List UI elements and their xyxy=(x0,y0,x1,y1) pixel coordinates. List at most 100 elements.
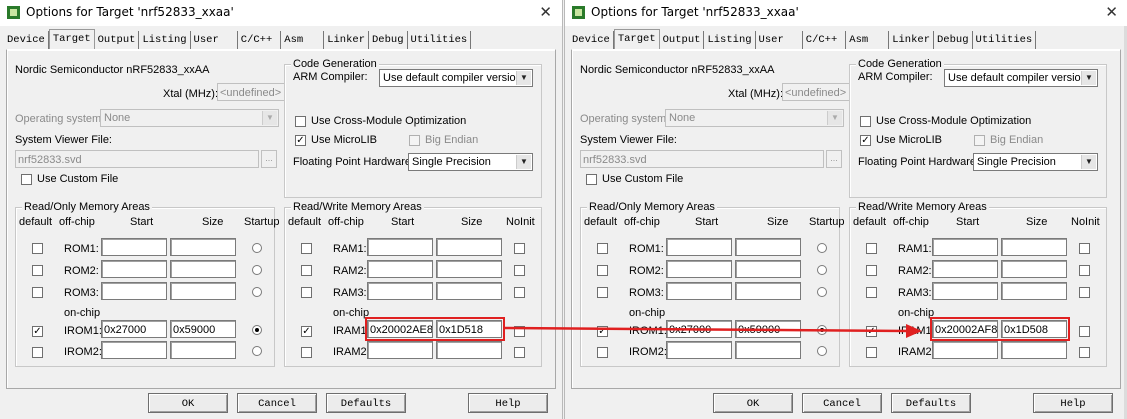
rom3-default-checkbox[interactable] xyxy=(32,287,43,298)
tab-utilities[interactable]: Utilities xyxy=(973,31,1037,49)
tab-listing[interactable]: Listing xyxy=(704,31,756,49)
rom3-default-checkbox[interactable] xyxy=(597,287,608,298)
rom1-startup-radio[interactable] xyxy=(252,243,262,253)
iram2-size-input[interactable] xyxy=(1001,341,1067,359)
fp-select[interactable]: Single Precision ▼ xyxy=(973,153,1098,171)
ram1-start-input[interactable] xyxy=(932,238,998,256)
cancel-button[interactable]: Cancel xyxy=(802,393,882,413)
ok-button[interactable]: OK xyxy=(148,393,228,413)
irom1-start-input[interactable]: 0x27000 xyxy=(666,320,732,338)
iram1-noinit-checkbox[interactable] xyxy=(514,326,525,337)
irom1-size-input[interactable]: 0x59000 xyxy=(170,320,236,338)
ram2-default-checkbox[interactable] xyxy=(301,265,312,276)
defaults-button[interactable]: Defaults xyxy=(326,393,406,413)
tab-linker[interactable]: Linker xyxy=(889,31,934,49)
rom2-startup-radio[interactable] xyxy=(817,265,827,275)
irom2-start-input[interactable] xyxy=(101,341,167,359)
defaults-button[interactable]: Defaults xyxy=(891,393,971,413)
tab-cpp[interactable]: C/C++ xyxy=(238,31,282,49)
rom1-start-input[interactable] xyxy=(101,238,167,256)
tab-utilities[interactable]: Utilities xyxy=(408,31,472,49)
rom2-size-input[interactable] xyxy=(735,260,801,278)
tab-target[interactable]: Target xyxy=(613,29,660,51)
custom-file-checkbox[interactable] xyxy=(21,174,32,185)
iram2-size-input[interactable] xyxy=(436,341,502,359)
ram2-size-input[interactable] xyxy=(436,260,502,278)
ram2-size-input[interactable] xyxy=(1001,260,1067,278)
tab-debug[interactable]: Debug xyxy=(934,31,973,49)
rom2-default-checkbox[interactable] xyxy=(32,265,43,276)
tab-cpp[interactable]: C/C++ xyxy=(803,31,847,49)
irom2-default-checkbox[interactable] xyxy=(597,347,608,358)
irom1-startup-radio[interactable] xyxy=(817,325,827,335)
irom2-size-input[interactable] xyxy=(170,341,236,359)
ram2-noinit-checkbox[interactable] xyxy=(514,265,525,276)
rom3-size-input[interactable] xyxy=(170,282,236,300)
tab-listing[interactable]: Listing xyxy=(139,31,191,49)
iram2-start-input[interactable] xyxy=(367,341,433,359)
close-icon[interactable]: ✕ xyxy=(1105,3,1118,21)
rom3-startup-radio[interactable] xyxy=(252,287,262,297)
xtal-input[interactable]: <undefined> xyxy=(217,83,285,101)
ram3-noinit-checkbox[interactable] xyxy=(514,287,525,298)
ram1-start-input[interactable] xyxy=(367,238,433,256)
iram2-noinit-checkbox[interactable] xyxy=(514,347,525,358)
ram1-default-checkbox[interactable] xyxy=(301,243,312,254)
os-select[interactable]: None ▼ xyxy=(665,109,844,127)
rom2-size-input[interactable] xyxy=(170,260,236,278)
rom2-start-input[interactable] xyxy=(101,260,167,278)
compiler-select[interactable]: Use default compiler version 5 ▼ xyxy=(379,69,533,87)
ram2-default-checkbox[interactable] xyxy=(866,265,877,276)
ram3-start-input[interactable] xyxy=(367,282,433,300)
ram2-start-input[interactable] xyxy=(367,260,433,278)
iram2-default-checkbox[interactable] xyxy=(301,347,312,358)
custom-file-checkbox[interactable] xyxy=(586,174,597,185)
tab-output[interactable]: Output xyxy=(95,31,140,49)
rom2-start-input[interactable] xyxy=(666,260,732,278)
cross-module-checkbox[interactable] xyxy=(295,116,306,127)
ram3-size-input[interactable] xyxy=(1001,282,1067,300)
irom1-start-input[interactable]: 0x27000 xyxy=(101,320,167,338)
rom3-size-input[interactable] xyxy=(735,282,801,300)
ram1-noinit-checkbox[interactable] xyxy=(1079,243,1090,254)
svd-input[interactable]: nrf52833.svd xyxy=(580,150,824,168)
rom3-startup-radio[interactable] xyxy=(817,287,827,297)
tab-device[interactable]: Device xyxy=(4,31,49,49)
irom1-default-checkbox[interactable]: ✓ xyxy=(32,326,43,337)
microlib-checkbox[interactable]: ✓ xyxy=(860,135,871,146)
microlib-checkbox[interactable]: ✓ xyxy=(295,135,306,146)
ram1-size-input[interactable] xyxy=(436,238,502,256)
cancel-button[interactable]: Cancel xyxy=(237,393,317,413)
irom2-start-input[interactable] xyxy=(666,341,732,359)
tab-target[interactable]: Target xyxy=(48,29,95,51)
tab-device[interactable]: Device xyxy=(569,31,614,49)
compiler-select[interactable]: Use default compiler version 5 ▼ xyxy=(944,69,1098,87)
rom3-start-input[interactable] xyxy=(666,282,732,300)
tab-asm[interactable]: Asm xyxy=(846,31,890,49)
tab-user[interactable]: User xyxy=(191,31,238,49)
ram2-start-input[interactable] xyxy=(932,260,998,278)
tab-output[interactable]: Output xyxy=(660,31,705,49)
iram2-default-checkbox[interactable] xyxy=(866,347,877,358)
xtal-input[interactable]: <undefined> xyxy=(782,83,850,101)
iram2-noinit-checkbox[interactable] xyxy=(1079,347,1090,358)
irom2-size-input[interactable] xyxy=(735,341,801,359)
tab-user[interactable]: User xyxy=(756,31,803,49)
rom2-startup-radio[interactable] xyxy=(252,265,262,275)
ram1-size-input[interactable] xyxy=(1001,238,1067,256)
irom2-startup-radio[interactable] xyxy=(252,346,262,356)
ram3-noinit-checkbox[interactable] xyxy=(1079,287,1090,298)
ram3-default-checkbox[interactable] xyxy=(866,287,877,298)
rom1-start-input[interactable] xyxy=(666,238,732,256)
cross-module-checkbox[interactable] xyxy=(860,116,871,127)
irom1-startup-radio[interactable] xyxy=(252,325,262,335)
tab-asm[interactable]: Asm xyxy=(281,31,325,49)
irom2-default-checkbox[interactable] xyxy=(32,347,43,358)
rom1-size-input[interactable] xyxy=(735,238,801,256)
big-endian-checkbox[interactable] xyxy=(974,135,985,146)
irom1-size-input[interactable]: 0x59000 xyxy=(735,320,801,338)
tab-linker[interactable]: Linker xyxy=(324,31,369,49)
rom3-start-input[interactable] xyxy=(101,282,167,300)
irom2-startup-radio[interactable] xyxy=(817,346,827,356)
iram1-default-checkbox[interactable]: ✓ xyxy=(301,326,312,337)
